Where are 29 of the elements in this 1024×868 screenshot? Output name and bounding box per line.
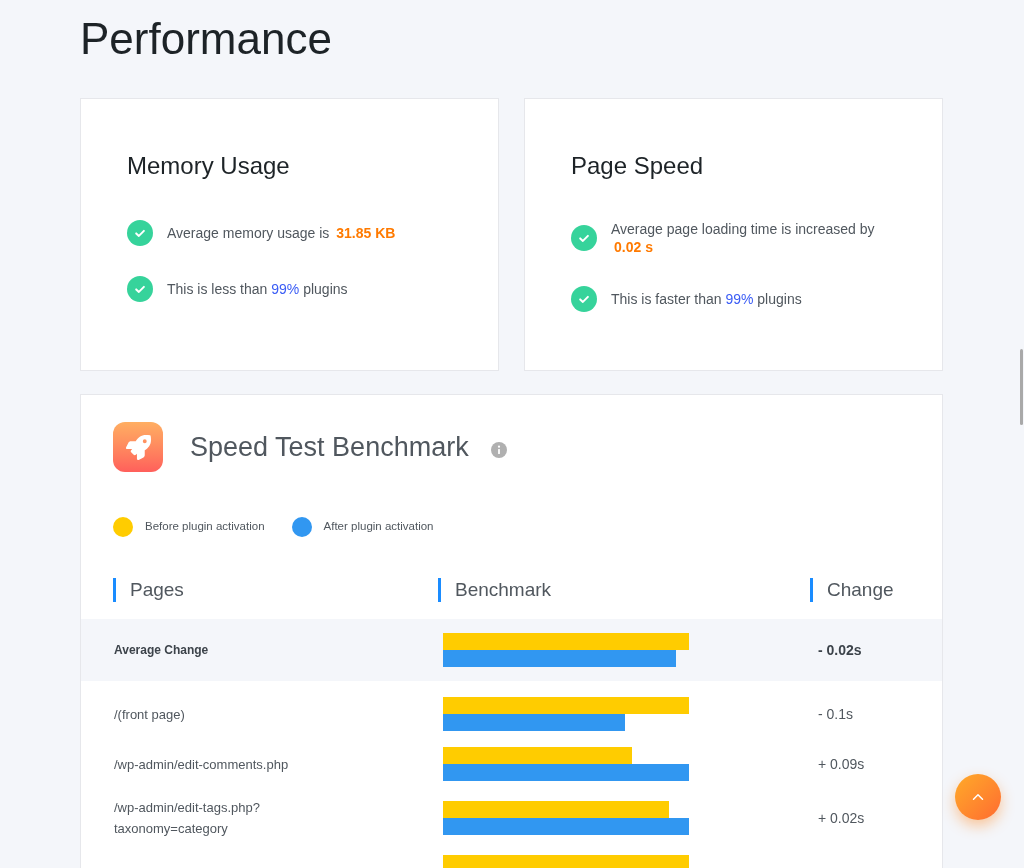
page-title: Performance	[80, 13, 333, 65]
card-title: Memory Usage	[127, 151, 291, 181]
rocket-icon	[113, 422, 163, 472]
scrollbar-thumb[interactable]	[1020, 349, 1023, 425]
stat-text: Average page loading time is increased by 0.02 s	[611, 220, 876, 256]
check-icon	[571, 225, 597, 251]
change-value: + 0.09s	[818, 756, 865, 772]
page-path: /wp-admin/edit-tags.php?taxonomy=category	[114, 799, 261, 838]
stat-text: This is faster than 99% plugins	[611, 290, 803, 308]
section-title: Speed Test Benchmark	[190, 431, 469, 464]
card-title: Page Speed	[571, 151, 705, 181]
change-value: - 0.1s	[818, 706, 853, 722]
page-path: Average Change	[114, 641, 210, 659]
column-header: Pages	[113, 578, 184, 602]
check-icon	[571, 286, 597, 312]
check-icon	[127, 220, 153, 246]
legend-label: After plugin activation	[323, 519, 434, 535]
stat-text: This is less than 99% plugins	[167, 280, 349, 298]
page-path: /wp-admin/edit-comments.php	[114, 755, 290, 774]
legend-label: Before plugin activation	[145, 519, 265, 535]
stat-text: Average memory usage is 31.85 KB	[167, 224, 397, 242]
check-icon	[127, 276, 153, 302]
scroll-to-top-button[interactable]	[955, 774, 1001, 820]
page-path: /(front page)	[114, 705, 186, 724]
info-icon[interactable]	[490, 442, 507, 458]
column-header: Change	[810, 578, 894, 602]
column-header: Benchmark	[438, 578, 552, 602]
change-value: - 0.02s	[818, 642, 862, 658]
change-value: + 0.02s	[818, 810, 865, 826]
